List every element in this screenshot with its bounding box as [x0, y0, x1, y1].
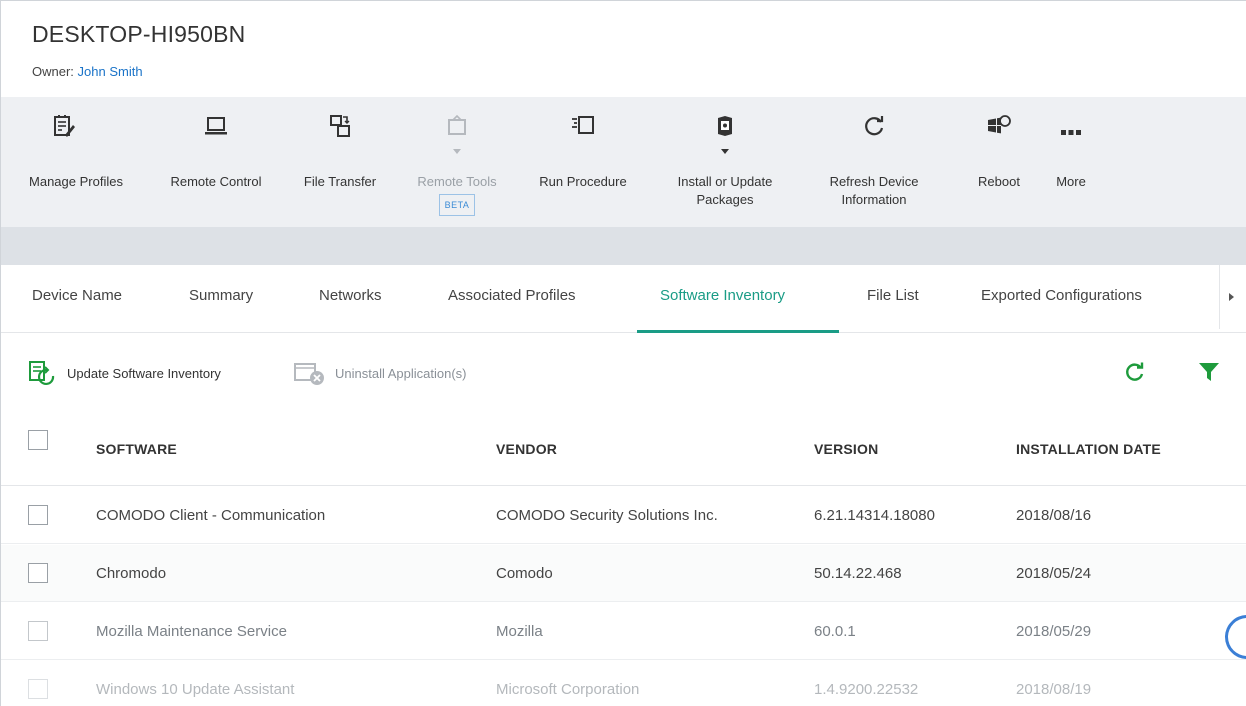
remote-tools-chevron-down-icon	[453, 149, 461, 154]
install-update-label-line2: Packages	[696, 192, 754, 207]
column-header-software[interactable]: SOFTWARE	[96, 412, 177, 485]
column-header-installation-date[interactable]: INSTALLATION DATE	[1016, 412, 1161, 485]
more-button[interactable]: More	[1041, 97, 1101, 227]
more-dots-icon	[1058, 113, 1084, 139]
install-date-cell: 2018/08/16	[1016, 506, 1092, 524]
column-header-vendor[interactable]: VENDOR	[496, 412, 557, 485]
inventory-action-bar: Update Software Inventory Uninstall Appl…	[1, 334, 1246, 412]
device-details-panel: DESKTOP-HI950BN Owner: John Smith Manage…	[0, 0, 1246, 706]
tab-scroll-right-icon[interactable]	[1229, 293, 1234, 301]
remote-tools-button[interactable]: Remote Tools BETA	[399, 97, 515, 227]
install-update-packages-button[interactable]: Install or Update Packages	[651, 97, 799, 227]
owner-link[interactable]: John Smith	[78, 64, 143, 79]
reboot-button[interactable]: Reboot	[949, 97, 1049, 227]
install-date-cell: 2018/05/24	[1016, 564, 1092, 582]
run-procedure-icon	[570, 113, 596, 139]
remote-tools-label-wrap: Remote Tools BETA	[399, 173, 515, 216]
refresh-device-label-line1: Refresh Device	[829, 174, 919, 189]
table-row[interactable]: Windows 10 Update Assistant Microsoft Co…	[1, 661, 1246, 706]
row-checkbox[interactable]	[28, 621, 48, 641]
active-tab-indicator	[637, 330, 839, 333]
reboot-label: Reboot	[978, 174, 1020, 189]
table-row[interactable]: COMODO Client - Communication COMODO Sec…	[1, 487, 1246, 544]
manage-profiles-button[interactable]: Manage Profiles	[1, 97, 151, 227]
software-name-cell: COMODO Client - Communication	[96, 506, 326, 524]
row-checkbox[interactable]	[28, 505, 48, 525]
install-date-cell: 2018/08/19	[1016, 680, 1092, 698]
run-procedure-button[interactable]: Run Procedure	[515, 97, 651, 227]
update-software-inventory-label: Update Software Inventory	[67, 365, 221, 381]
update-software-inventory-button[interactable]: Update Software Inventory	[27, 358, 221, 388]
uninstall-applications-button[interactable]: Uninstall Application(s)	[291, 358, 467, 388]
tab-associated-profiles[interactable]: Associated Profiles	[448, 265, 576, 333]
tab-scroll-divider	[1219, 265, 1220, 329]
software-name-cell: Mozilla Maintenance Service	[96, 622, 287, 640]
remote-tools-label: Remote Tools	[417, 174, 497, 189]
vendor-cell: Mozilla	[496, 622, 543, 640]
reboot-icon	[986, 113, 1012, 139]
refresh-device-info-button[interactable]: Refresh Device Information	[799, 97, 949, 227]
install-update-label-line1: Install or Update	[677, 174, 773, 189]
tab-summary[interactable]: Summary	[189, 265, 253, 333]
uninstall-applications-label: Uninstall Application(s)	[335, 365, 467, 381]
run-procedure-label: Run Procedure	[539, 174, 627, 189]
refresh-device-label: Refresh Device Information	[799, 173, 949, 209]
uninstall-app-icon	[294, 363, 324, 385]
refresh-device-label-line2: Information	[841, 192, 907, 207]
version-cell: 50.14.22.468	[814, 564, 902, 582]
file-transfer-icon	[327, 113, 353, 139]
vendor-cell: Microsoft Corporation	[496, 680, 640, 698]
device-name-title: DESKTOP-HI950BN	[32, 21, 246, 47]
install-date-cell: 2018/05/29	[1016, 622, 1092, 640]
package-icon	[712, 113, 738, 139]
file-transfer-label: File Transfer	[303, 174, 377, 189]
version-cell: 60.0.1	[814, 622, 856, 640]
install-chevron-down-icon	[721, 149, 729, 154]
refresh-icon	[861, 113, 887, 139]
owner-line: Owner: John Smith	[32, 64, 143, 79]
column-header-version[interactable]: VERSION	[814, 412, 878, 485]
device-toolbar: Manage Profiles Remote Control File Tran…	[1, 97, 1246, 227]
select-all-checkbox[interactable]	[28, 430, 48, 450]
device-tabs: Device Name Summary Networks Associated …	[1, 265, 1246, 333]
remote-control-button[interactable]: Remote Control	[151, 97, 281, 227]
software-name-cell: Windows 10 Update Assistant	[96, 680, 295, 698]
tab-file-list[interactable]: File List	[867, 265, 919, 333]
file-transfer-button[interactable]: File Transfer	[281, 97, 399, 227]
filter-icon[interactable]	[1197, 360, 1221, 384]
tab-device-name[interactable]: Device Name	[32, 265, 122, 333]
software-name-cell: Chromodo	[96, 564, 167, 582]
tab-software-inventory[interactable]: Software Inventory	[660, 265, 785, 333]
version-cell: 1.4.9200.22532	[814, 680, 919, 698]
tab-networks[interactable]: Networks	[319, 265, 382, 333]
row-checkbox[interactable]	[28, 563, 48, 583]
laptop-icon	[203, 113, 229, 139]
version-cell: 6.21.14314.18080	[814, 506, 935, 524]
manage-profiles-label: Manage Profiles	[29, 174, 123, 189]
tab-exported-configurations[interactable]: Exported Configurations	[981, 265, 1142, 333]
manage-profiles-icon	[51, 113, 77, 139]
beta-badge: BETA	[438, 194, 476, 216]
install-update-label: Install or Update Packages	[651, 173, 799, 209]
remote-control-label: Remote Control	[170, 174, 262, 189]
more-label: More	[1056, 174, 1086, 189]
owner-label: Owner:	[32, 64, 74, 79]
toolbar-subbar	[1, 227, 1246, 265]
table-header-row: SOFTWARE VENDOR VERSION INSTALLATION DAT…	[1, 412, 1246, 486]
refresh-icon[interactable]	[1123, 360, 1147, 384]
vendor-cell: COMODO Security Solutions Inc.	[496, 506, 718, 524]
device-header: DESKTOP-HI950BN Owner: John Smith	[1, 1, 1246, 97]
vendor-cell: Comodo	[496, 564, 553, 582]
table-row[interactable]: Mozilla Maintenance Service Mozilla 60.0…	[1, 603, 1246, 660]
row-checkbox[interactable]	[28, 679, 48, 699]
remote-tools-icon	[444, 113, 470, 139]
update-inventory-icon	[29, 361, 55, 385]
table-row[interactable]: Chromodo Comodo 50.14.22.468 2018/05/24	[1, 545, 1246, 602]
